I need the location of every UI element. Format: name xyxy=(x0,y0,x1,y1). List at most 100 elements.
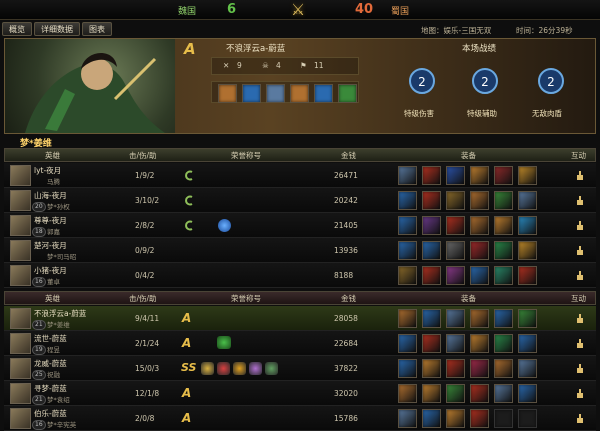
interact-icon[interactable] xyxy=(574,269,586,281)
equip-slot[interactable] xyxy=(470,334,489,353)
equip-slot[interactable] xyxy=(398,384,417,403)
interact-icon[interactable] xyxy=(574,219,586,231)
equip-slot[interactable] xyxy=(314,84,333,103)
interact-icon[interactable] xyxy=(574,362,586,374)
equip-slot[interactable] xyxy=(446,191,465,210)
hero-level-badge: 21 xyxy=(32,395,46,405)
equip-slot[interactable] xyxy=(518,216,537,235)
equip-slot[interactable] xyxy=(470,191,489,210)
equip-slot[interactable] xyxy=(338,84,357,103)
equip-slot[interactable] xyxy=(470,266,489,285)
equip-slot[interactable] xyxy=(494,266,513,285)
kda-value: 2/0/8 xyxy=(135,414,155,423)
equip-slot[interactable] xyxy=(398,309,417,328)
tab-overview[interactable]: 概览 xyxy=(2,22,32,36)
equip-slot[interactable] xyxy=(398,166,417,185)
equip-slot[interactable] xyxy=(518,409,537,428)
interact-icon[interactable] xyxy=(574,387,586,399)
equip-slot[interactable] xyxy=(290,84,309,103)
equip-slot[interactable] xyxy=(518,166,537,185)
equip-slot[interactable] xyxy=(494,309,513,328)
equip-slot[interactable] xyxy=(518,309,537,328)
equip-slot[interactable] xyxy=(446,241,465,260)
equip-slot[interactable] xyxy=(398,266,417,285)
equip-slot[interactable] xyxy=(446,359,465,378)
equip-slot[interactable] xyxy=(470,309,489,328)
hero-name-small: 祝融 xyxy=(47,371,60,379)
equip-slot[interactable] xyxy=(494,409,513,428)
equipment-slots xyxy=(398,409,537,428)
interact-icon[interactable] xyxy=(574,194,586,206)
interact-icon[interactable] xyxy=(574,244,586,256)
equip-slot[interactable] xyxy=(422,309,441,328)
equip-slot[interactable] xyxy=(446,216,465,235)
equip-slot[interactable] xyxy=(398,216,417,235)
equip-slot[interactable] xyxy=(398,334,417,353)
equip-slot[interactable] xyxy=(398,191,417,210)
player-row[interactable]: 小猪-夜月 16 董卓 0/4/2 8188 xyxy=(4,263,596,288)
equip-slot[interactable] xyxy=(422,409,441,428)
equip-slot[interactable] xyxy=(398,359,417,378)
equip-slot[interactable] xyxy=(470,409,489,428)
tab-details[interactable]: 详细数据 xyxy=(34,22,80,36)
equip-slot[interactable] xyxy=(518,191,537,210)
equip-slot[interactable] xyxy=(422,166,441,185)
player-row[interactable]: lyt-夜月 马腾 1/9/2 26471 xyxy=(4,163,596,188)
equip-slot[interactable] xyxy=(422,266,441,285)
equip-slot[interactable] xyxy=(470,216,489,235)
equip-slot[interactable] xyxy=(422,384,441,403)
interact-icon[interactable] xyxy=(574,312,586,324)
kda-value: 3/10/2 xyxy=(135,196,160,205)
interact-icon[interactable] xyxy=(574,337,586,349)
tab-chart[interactable]: 图表 xyxy=(82,22,112,36)
equip-slot[interactable] xyxy=(470,241,489,260)
equip-slot[interactable] xyxy=(398,409,417,428)
equip-slot[interactable] xyxy=(494,166,513,185)
equip-slot[interactable] xyxy=(470,384,489,403)
support-medal-icon: 2 xyxy=(472,68,498,94)
equip-slot[interactable] xyxy=(422,359,441,378)
equip-slot[interactable] xyxy=(494,359,513,378)
equip-slot[interactable] xyxy=(494,216,513,235)
player-row[interactable]: 龙威-蔚蓝 25 祝融 15/0/3 37822 xyxy=(4,356,596,381)
player-row[interactable]: 不浪浮云a-蔚蓝 21 梦*姜维 9/4/11 28058 xyxy=(4,306,596,331)
equip-slot[interactable] xyxy=(218,84,237,103)
equip-slot[interactable] xyxy=(266,84,285,103)
equip-slot[interactable] xyxy=(518,384,537,403)
player-row[interactable]: 流世-蔚蓝 19 程昱 2/1/24 22684 xyxy=(4,331,596,356)
equip-slot[interactable] xyxy=(494,334,513,353)
equip-slot[interactable] xyxy=(242,84,261,103)
equip-slot[interactable] xyxy=(494,191,513,210)
equip-slot[interactable] xyxy=(470,359,489,378)
team-bottom-header: 英雄 击/伤/助 荣誉称号 金钱 装备 互动 xyxy=(4,291,596,305)
equip-slot[interactable] xyxy=(422,191,441,210)
equip-slot[interactable] xyxy=(446,266,465,285)
equip-slot[interactable] xyxy=(446,334,465,353)
interact-icon[interactable] xyxy=(574,412,586,424)
equip-slot[interactable] xyxy=(518,334,537,353)
equip-slot[interactable] xyxy=(398,241,417,260)
equip-slot[interactable] xyxy=(422,334,441,353)
interact-icon[interactable] xyxy=(574,169,586,181)
player-row[interactable]: 山海-夜月 20 梦*孙权 3/10/2 20242 xyxy=(4,188,596,213)
equip-slot[interactable] xyxy=(518,241,537,260)
equip-slot[interactable] xyxy=(494,241,513,260)
equip-slot[interactable] xyxy=(446,384,465,403)
equip-slot[interactable] xyxy=(518,359,537,378)
hero-level-badge: 20 xyxy=(32,202,46,212)
equip-slot[interactable] xyxy=(446,409,465,428)
equipment-slots xyxy=(398,384,537,403)
equip-slot[interactable] xyxy=(422,216,441,235)
hero-name-small: 梦*辛宪英 xyxy=(47,421,77,429)
equip-slot[interactable] xyxy=(446,309,465,328)
equip-slot[interactable] xyxy=(470,166,489,185)
equip-slot[interactable] xyxy=(494,384,513,403)
player-row[interactable]: 寻梦-蔚蓝 21 梦*袁绍 12/1/8 32020 xyxy=(4,381,596,406)
player-row[interactable]: 楚河-夜月 梦*司马昭 0/9/2 13936 xyxy=(4,238,596,263)
equip-slot[interactable] xyxy=(422,241,441,260)
equip-slot[interactable] xyxy=(446,166,465,185)
gold-value: 22684 xyxy=(334,339,358,348)
player-row[interactable]: 伯乐-蔚蓝 16 梦*辛宪英 2/0/8 15786 xyxy=(4,406,596,431)
player-row[interactable]: 尊尊-夜月 18 郭嘉 2/8/2 21405 xyxy=(4,213,596,238)
equip-slot[interactable] xyxy=(518,266,537,285)
